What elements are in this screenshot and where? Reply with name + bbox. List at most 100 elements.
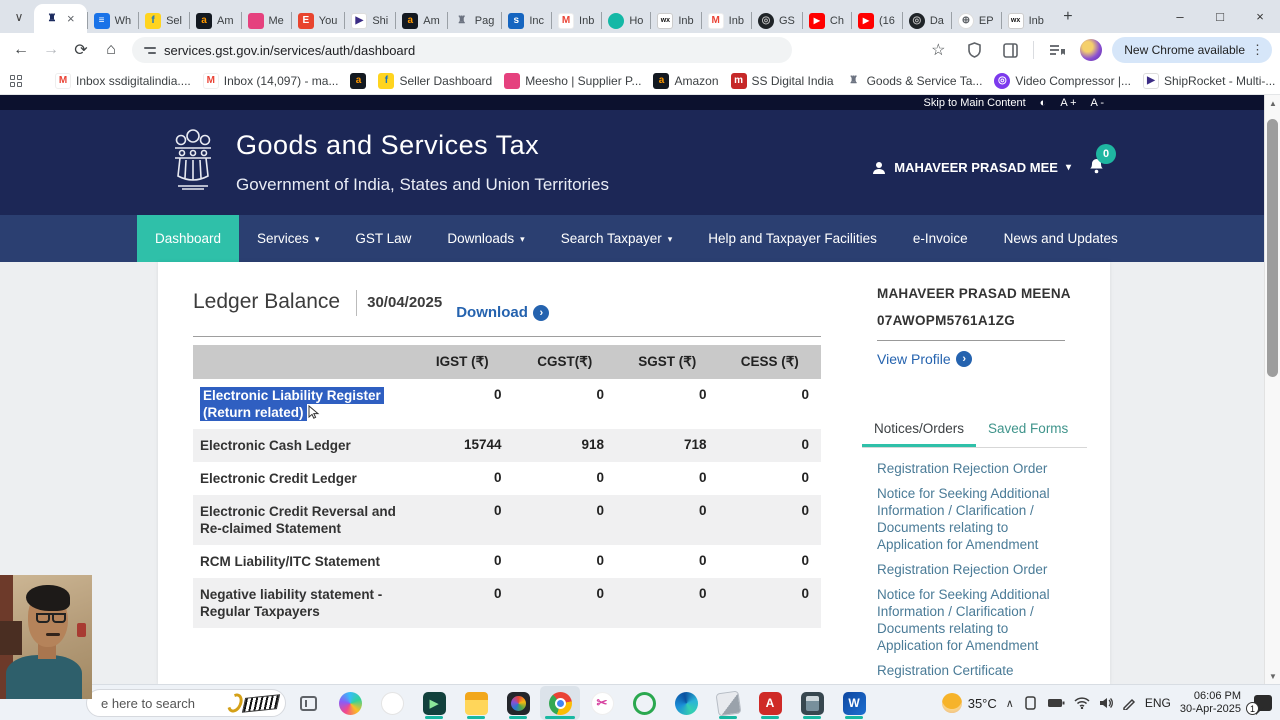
weather-widget[interactable]: 35°C bbox=[941, 693, 997, 713]
browser-tab-3[interactable]: a Am bbox=[189, 8, 241, 33]
notice-link-1[interactable]: Notice for Seeking Additional Informatio… bbox=[877, 485, 1073, 553]
taskbar-app-file-explorer[interactable] bbox=[456, 686, 496, 720]
side-panel-icon[interactable] bbox=[997, 37, 1023, 63]
taskbar-app-acrobat[interactable]: A bbox=[750, 686, 790, 720]
bookmark-star-icon[interactable]: ☆ bbox=[925, 37, 951, 63]
nav-item-help-and-taxpayer-facilities[interactable]: Help and Taxpayer Facilities bbox=[690, 215, 895, 262]
taskbar-app-word[interactable]: W bbox=[834, 686, 874, 720]
battery-icon[interactable] bbox=[1047, 697, 1065, 709]
password-shield-icon[interactable] bbox=[961, 37, 987, 63]
taskbar-app-task-view[interactable] bbox=[288, 686, 328, 720]
nav-item-downloads[interactable]: Downloads ▾ bbox=[429, 215, 542, 262]
table-row[interactable]: RCM Liability/ITC Statement 0 0 0 0 bbox=[193, 545, 821, 578]
menu-dots-icon[interactable]: ⋮ bbox=[1251, 42, 1264, 58]
font-decrease-button[interactable]: A - bbox=[1091, 97, 1104, 109]
forward-icon[interactable]: → bbox=[38, 37, 64, 63]
table-row[interactable]: Negative liability statement - Regular T… bbox=[193, 578, 821, 628]
table-row[interactable]: Electronic Credit Ledger 0 0 0 0 bbox=[193, 462, 821, 495]
browser-tab-7[interactable]: a Am bbox=[395, 8, 447, 33]
nav-item-gst-law[interactable]: GST Law bbox=[337, 215, 429, 262]
browser-tab-12[interactable]: wx Inb bbox=[650, 8, 700, 33]
apps-grid-icon[interactable] bbox=[10, 74, 22, 87]
notice-link-0[interactable]: Registration Rejection Order bbox=[877, 460, 1073, 477]
tab-search-icon[interactable]: ∨ bbox=[6, 4, 32, 30]
browser-tab-8[interactable]: ♜ Pag bbox=[446, 8, 502, 33]
browser-tab-4[interactable]: Me bbox=[240, 8, 291, 33]
new-tab-button[interactable]: + bbox=[1055, 4, 1081, 30]
bookmark-7[interactable]: ♜ Goods & Service Ta... bbox=[841, 71, 988, 91]
scrollbar-thumb[interactable] bbox=[1267, 119, 1278, 377]
nav-item-news-and-updates[interactable]: News and Updates bbox=[986, 215, 1136, 262]
tab-saved-forms[interactable]: Saved Forms bbox=[976, 415, 1080, 447]
chrome-update-pill[interactable]: New Chrome available ⋮ bbox=[1112, 37, 1272, 63]
browser-tab-15[interactable]: ▶ Ch bbox=[801, 8, 851, 33]
bookmark-4[interactable]: Meesho | Supplier P... bbox=[499, 71, 646, 91]
browser-tab-5[interactable]: E You bbox=[290, 8, 345, 33]
wifi-icon[interactable] bbox=[1074, 697, 1090, 709]
scroll-down-icon[interactable]: ▼ bbox=[1265, 668, 1280, 684]
tray-overflow-icon[interactable]: ∧ bbox=[1006, 697, 1014, 710]
close-button[interactable]: × bbox=[1240, 0, 1280, 33]
tab-notices-orders[interactable]: Notices/Orders bbox=[862, 415, 977, 447]
tab-close-icon[interactable]: × bbox=[65, 11, 77, 26]
browser-tab-9[interactable]: s Inc bbox=[501, 8, 551, 33]
profile-avatar[interactable] bbox=[1080, 39, 1103, 61]
table-row[interactable]: Electronic Cash Ledger 15744 918 718 0 bbox=[193, 429, 821, 462]
maximize-button[interactable]: □ bbox=[1200, 0, 1240, 33]
bookmark-2[interactable]: a bbox=[345, 71, 371, 91]
taskbar-app-clipchamp[interactable]: ▶ bbox=[414, 686, 454, 720]
bookmark-1[interactable]: M Inbox (14,097) - ma... bbox=[198, 71, 344, 91]
notifications-bell[interactable]: 0 bbox=[1089, 144, 1116, 177]
taskbar-app-calculator[interactable] bbox=[792, 686, 832, 720]
reload-icon[interactable]: ⟳ bbox=[68, 37, 94, 63]
nav-item-dashboard[interactable]: Dashboard bbox=[137, 215, 240, 262]
nav-item-services[interactable]: Services ▾ bbox=[239, 215, 337, 262]
browser-tab-0[interactable]: ♜ × bbox=[34, 4, 87, 33]
browser-tab-16[interactable]: ▶ (16 bbox=[850, 8, 902, 33]
bookmark-3[interactable]: f Seller Dashboard bbox=[373, 71, 497, 91]
browser-tab-10[interactable]: M Inb bbox=[551, 8, 601, 33]
download-link[interactable]: Download › bbox=[456, 304, 549, 321]
taskbar-app-edge[interactable] bbox=[666, 686, 706, 720]
browser-tab-11[interactable]: Ho bbox=[601, 8, 650, 33]
notification-center[interactable]: 1 bbox=[1246, 695, 1272, 715]
taskbar-app-photos[interactable] bbox=[498, 686, 538, 720]
taskbar-app-ring[interactable] bbox=[624, 686, 664, 720]
notice-link-3[interactable]: Notice for Seeking Additional Informatio… bbox=[877, 586, 1073, 654]
nav-item-search-taxpayer[interactable]: Search Taxpayer ▾ bbox=[543, 215, 691, 262]
browser-tab-18[interactable]: ⊕ EP bbox=[950, 8, 1001, 33]
browser-tab-17[interactable]: ◎ Da bbox=[901, 8, 951, 33]
taskbar-app-a-app[interactable] bbox=[372, 686, 412, 720]
skip-to-main-link[interactable]: Skip to Main Content bbox=[924, 97, 1026, 109]
phone-link-icon[interactable] bbox=[1023, 696, 1038, 710]
contrast-toggle-icon[interactable]: ◐ bbox=[1040, 97, 1047, 109]
pen-icon[interactable] bbox=[1122, 696, 1136, 710]
browser-tab-19[interactable]: wx Inb bbox=[1000, 8, 1051, 33]
bookmark-8[interactable]: ◎ Video Compressor |... bbox=[989, 71, 1136, 91]
notice-link-2[interactable]: Registration Rejection Order bbox=[877, 561, 1073, 578]
bookmark-0[interactable]: M Inbox ssdigitalindia.... bbox=[50, 71, 196, 91]
user-menu[interactable]: MAHAVEER PRASAD MEE ▾ 0 bbox=[872, 144, 1116, 177]
bookmark-5[interactable]: a Amazon bbox=[648, 71, 723, 91]
bookmark-9[interactable]: ▶ ShipRocket - Multi-... bbox=[1138, 71, 1280, 91]
bookmark-6[interactable]: m SS Digital India bbox=[726, 71, 839, 91]
address-bar[interactable]: services.gst.gov.in/services/auth/dashbo… bbox=[132, 37, 792, 63]
taskbar-app-notepad[interactable] bbox=[708, 686, 748, 720]
browser-tab-6[interactable]: ▶ Shi bbox=[344, 8, 395, 33]
taskbar-app-snipping[interactable]: ✂ bbox=[582, 686, 622, 720]
browser-tab-14[interactable]: ◎ GS bbox=[750, 8, 802, 33]
back-icon[interactable]: ← bbox=[8, 37, 34, 63]
table-row[interactable]: Electronic Liability Register (Return re… bbox=[193, 379, 821, 429]
table-row[interactable]: Electronic Credit Reversal and Re-claime… bbox=[193, 495, 821, 545]
notice-link-4[interactable]: Registration Certificate bbox=[877, 662, 1073, 679]
page-scrollbar[interactable]: ▲ ▼ bbox=[1264, 95, 1280, 684]
nav-item-e-invoice[interactable]: e-Invoice bbox=[895, 215, 986, 262]
home-icon[interactable]: ⌂ bbox=[98, 37, 124, 63]
volume-icon[interactable] bbox=[1099, 697, 1113, 709]
font-increase-button[interactable]: A + bbox=[1060, 97, 1076, 109]
language-indicator[interactable]: ENG bbox=[1145, 696, 1171, 710]
site-settings-icon[interactable] bbox=[144, 46, 156, 54]
browser-tab-2[interactable]: f Sel bbox=[138, 8, 189, 33]
browser-tab-13[interactable]: M Inb bbox=[700, 8, 751, 33]
search-highlight-art[interactable] bbox=[224, 689, 284, 717]
